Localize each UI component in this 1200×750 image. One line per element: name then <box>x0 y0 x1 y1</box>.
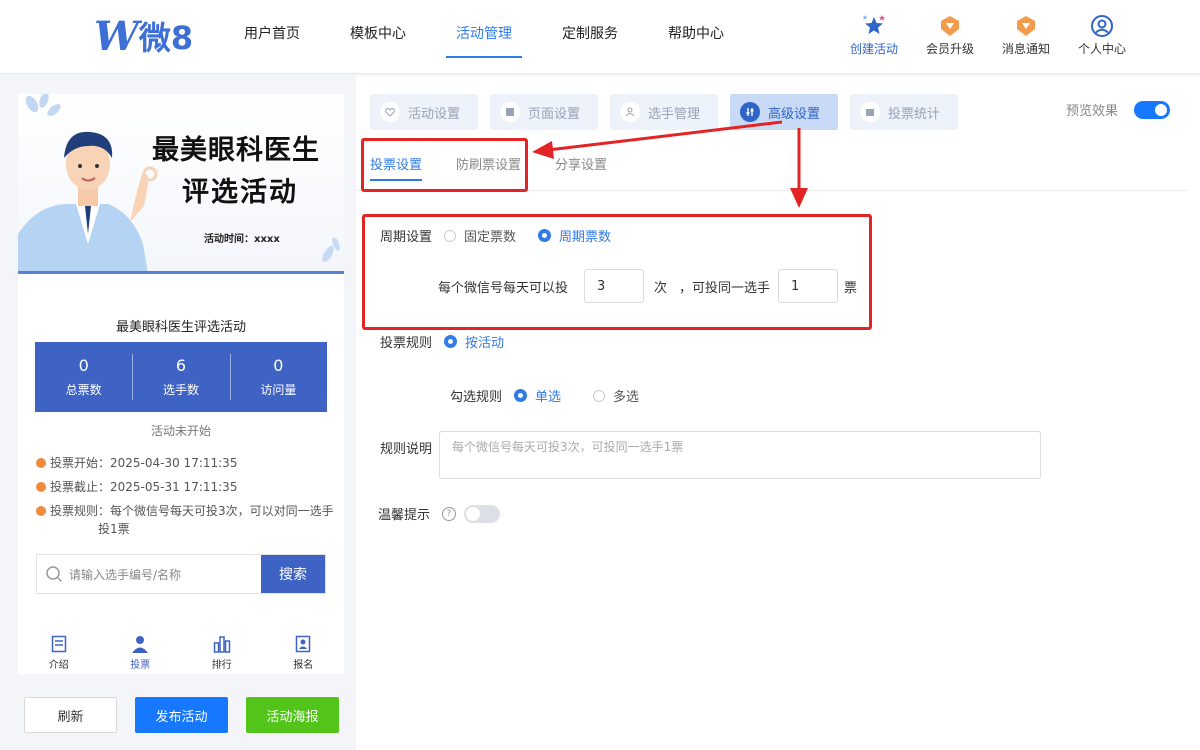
radio-multi-select[interactable]: 多选 <box>593 386 639 405</box>
activity-poster-button[interactable]: 活动海报 <box>246 697 339 733</box>
radio-single-select[interactable]: 单选 <box>514 386 561 405</box>
activity-card: 最美眼科医生评选活动 0 总票数 6 选手数 0 访问量 活动未开始 投票开始：… <box>26 286 336 626</box>
nav-item-activity[interactable]: 活动管理 <box>434 0 534 74</box>
radio-by-activity[interactable]: 按活动 <box>444 332 504 351</box>
activity-banner: 最美眼科医生 评选活动 活动时间：xxxx <box>18 94 344 274</box>
header-tools: 创建活动 会员升级 消息通知 个人中心 <box>836 14 1140 57</box>
member-upgrade-button[interactable]: 会员升级 <box>912 14 988 57</box>
vote-end-info: 投票截止：2025-05-31 17:11:35 <box>36 478 237 496</box>
settings-steps: 活动设置 页面设置 选手管理 高级设置 投票统计 <box>370 94 970 130</box>
bar-chart-icon <box>181 632 263 656</box>
sliders-icon <box>740 102 760 122</box>
radio-off-icon <box>593 389 606 402</box>
annotation-box-subtabs <box>361 138 528 192</box>
create-activity-button[interactable]: 创建活动 <box>836 14 912 57</box>
search-icon <box>46 566 63 583</box>
bullet-dot-icon <box>36 482 46 492</box>
stars-icon <box>836 14 912 38</box>
tab-intro[interactable]: 介绍 <box>18 630 100 674</box>
tab-advanced-settings[interactable]: 高级设置 <box>730 94 838 130</box>
calendar-icon <box>860 102 880 122</box>
tab-player-management[interactable]: 选手管理 <box>610 94 718 130</box>
vote-start-info: 投票开始：2025-04-30 17:11:35 <box>36 454 237 472</box>
search-button[interactable]: 搜索 <box>261 555 325 593</box>
select-rule-row: 勾选规则 单选 多选 <box>450 386 649 405</box>
tip-switch[interactable] <box>464 504 501 523</box>
user-circle-icon <box>1064 14 1140 38</box>
preview-effect-toggle: 预览效果 <box>1066 100 1170 119</box>
vote-rule-label: 投票规则 <box>380 336 433 351</box>
rule-desc-textarea[interactable]: 每个微信号每天可投3次，可投同一选手1票 <box>439 431 1041 479</box>
tab-activity-settings[interactable]: 活动设置 <box>370 94 478 130</box>
tab-page-settings[interactable]: 页面设置 <box>490 94 598 130</box>
person-icon <box>100 632 182 656</box>
nav-item-templates[interactable]: 模板中心 <box>328 0 428 74</box>
publish-activity-button[interactable]: 发布活动 <box>135 697 228 733</box>
annotation-box-cycle <box>362 214 872 330</box>
document-icon <box>18 632 100 656</box>
card-title: 最美眼科医生评选活动 <box>115 320 246 335</box>
nav-item-custom[interactable]: 定制服务 <box>540 0 640 74</box>
banner-title-line2: 评选活动 <box>182 177 298 208</box>
player-search: 请输入选手编号/名称 搜索 <box>36 554 326 594</box>
refresh-button[interactable]: 刷新 <box>24 697 117 733</box>
preview-actions: 刷新 发布活动 活动海报 <box>24 697 357 733</box>
tip-row: 温馨提示 ? <box>378 504 501 523</box>
vote-rule-info: 投票规则：每个微信号每天可投3次，可以对同一选手 投1票 <box>36 502 334 538</box>
activity-status: 活动未开始 <box>150 424 211 438</box>
nav-item-help[interactable]: 帮助中心 <box>646 0 746 74</box>
preview-effect-switch[interactable] <box>1134 100 1170 119</box>
tab-vote-statistics[interactable]: 投票统计 <box>850 94 958 130</box>
bullet-dot-icon <box>36 506 46 516</box>
radio-on-icon <box>514 389 528 402</box>
heart-icon <box>380 102 400 122</box>
nav-item-home[interactable]: 用户首页 <box>222 0 322 74</box>
banner-time: 活动时间：xxxx <box>204 234 280 245</box>
rule-desc-label: 规则说明 <box>380 442 433 457</box>
logo-text: 微8 <box>138 19 194 57</box>
notifications-button[interactable]: 消息通知 <box>988 14 1064 57</box>
tip-label: 温馨提示 <box>378 508 431 523</box>
top-navbar: W 微8 用户首页 模板中心 活动管理 定制服务 帮助中心 创建活动 会员升级 … <box>0 0 1200 74</box>
user-icon <box>620 102 640 122</box>
tab-vote[interactable]: 投票 <box>100 630 182 674</box>
bullet-dot-icon <box>36 458 46 468</box>
profile-button[interactable]: 个人中心 <box>1064 14 1140 57</box>
diamond-badge-icon <box>912 14 988 38</box>
id-card-icon <box>263 632 345 656</box>
vote-rule-row: 投票规则 按活动 <box>380 332 514 351</box>
select-rule-label: 勾选规则 <box>450 390 503 405</box>
tab-ranking[interactable]: 排行 <box>181 630 263 674</box>
player-search-input[interactable]: 请输入选手编号/名称 <box>37 555 261 593</box>
stat-players: 6 选手数 <box>132 342 229 412</box>
preview-tabbar: 介绍 投票 排行 报名 <box>18 630 344 674</box>
help-icon[interactable]: ? <box>442 506 457 521</box>
subtab-share-settings[interactable]: 分享设置 <box>555 154 607 181</box>
banner-title-line1: 最美眼科医生 <box>152 135 320 166</box>
image-icon <box>500 102 520 122</box>
main-nav: 用户首页 模板中心 活动管理 定制服务 帮助中心 <box>222 0 752 74</box>
diamond-badge-icon <box>988 14 1064 38</box>
stat-total-votes: 0 总票数 <box>65 356 102 397</box>
preview-effect-label: 预览效果 <box>1065 104 1118 119</box>
logo-letter: W <box>94 12 139 60</box>
stats-bar: 0 总票数 6 选手数 0 访问量 <box>35 342 327 412</box>
radio-on-icon <box>444 335 458 348</box>
tab-signup[interactable]: 报名 <box>263 630 345 674</box>
mobile-preview: 最美眼科医生 评选活动 活动时间：xxxx 最美眼科医生评选活动 0 总票数 6… <box>18 94 344 630</box>
brand-logo[interactable]: W 微8 <box>94 12 194 60</box>
stat-visits: 0 访问量 <box>229 342 327 412</box>
